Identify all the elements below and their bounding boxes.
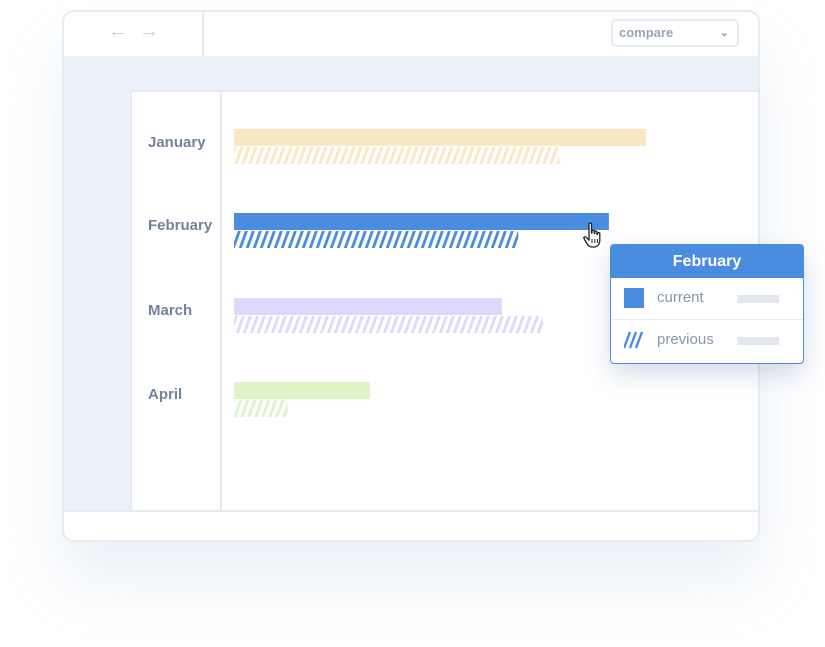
bar-january-previous[interactable] (234, 147, 560, 164)
bar-march-current[interactable] (234, 298, 502, 315)
bar-april-current[interactable] (234, 382, 370, 399)
bar-april-previous[interactable] (234, 400, 288, 417)
tooltip-title: February (611, 245, 803, 278)
swatch-hatched-icon (624, 331, 644, 349)
tooltip-row-label: current (657, 289, 704, 306)
tooltip-row-previous: previous (611, 320, 803, 361)
bar-january-current[interactable] (234, 129, 646, 146)
chart-tooltip: February current previous (610, 244, 804, 364)
tooltip-row-current: current (611, 278, 803, 320)
bar-february-previous[interactable] (234, 231, 519, 248)
tooltip-row-label: previous (657, 331, 714, 348)
bar-february-current[interactable] (234, 213, 609, 230)
pointer-hand-icon (583, 222, 601, 248)
swatch-solid-icon (624, 288, 644, 308)
tooltip-value-placeholder (737, 295, 779, 303)
bar-march-previous[interactable] (234, 316, 543, 333)
tooltip-value-placeholder (737, 337, 779, 345)
